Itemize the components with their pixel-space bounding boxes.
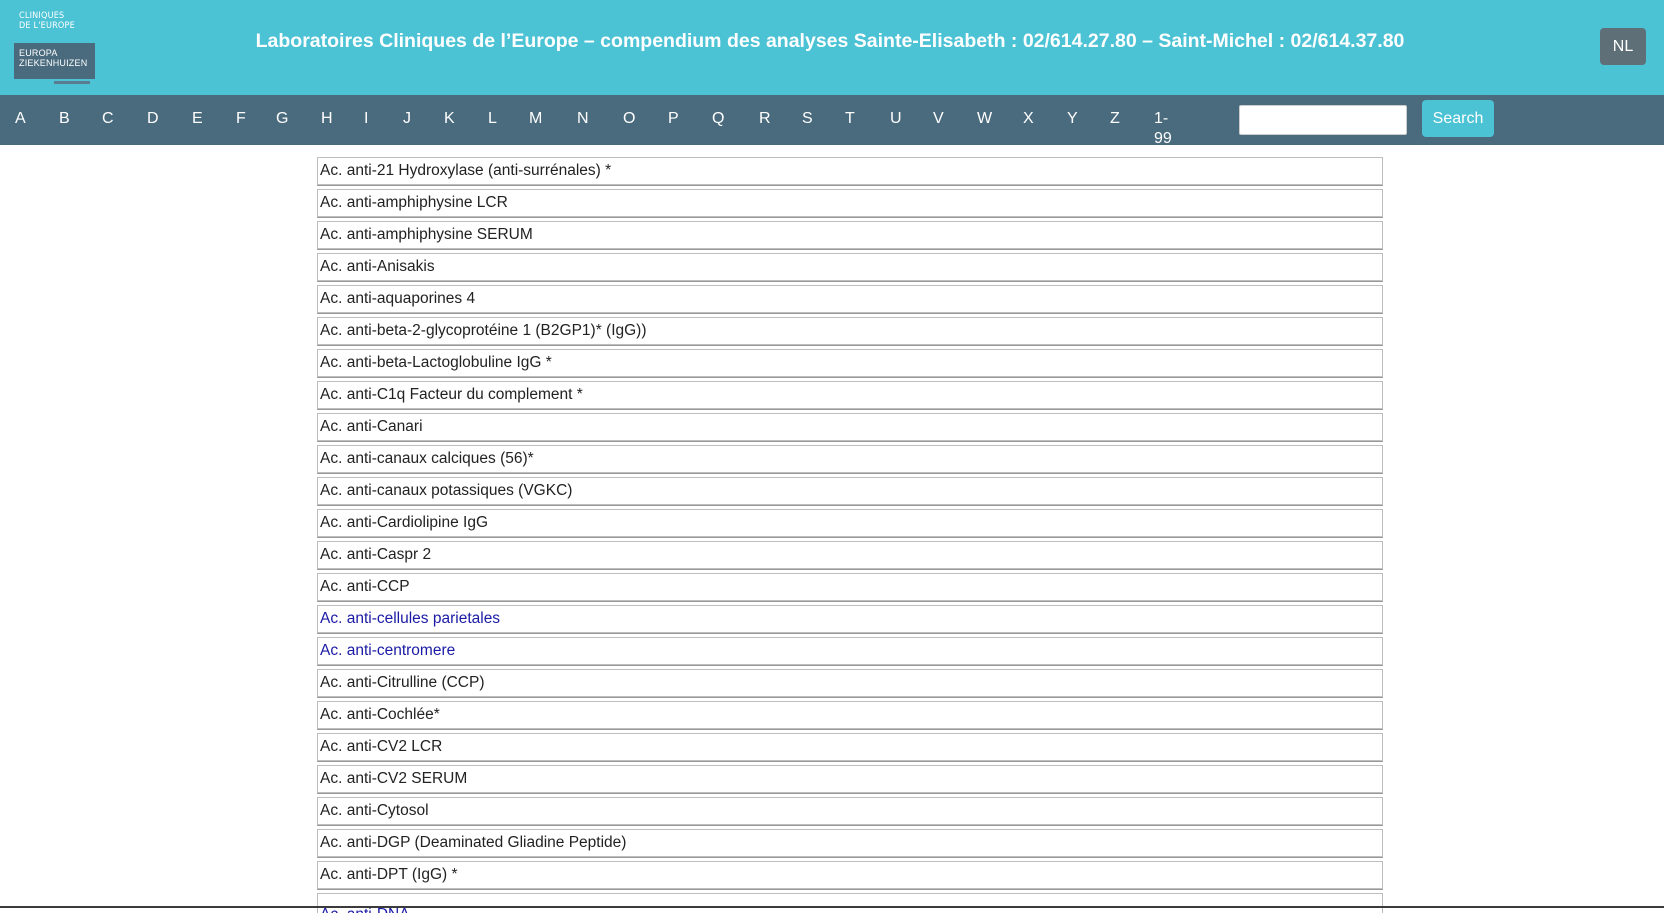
nav-letter-j[interactable]: J: [403, 109, 411, 129]
nav-letter-w[interactable]: W: [977, 109, 992, 129]
nav-letter-x[interactable]: X: [1023, 109, 1034, 129]
nav-letter-v[interactable]: V: [933, 109, 944, 129]
list-item[interactable]: Ac. anti-DPT (IgG) *: [317, 861, 1383, 889]
language-toggle-button[interactable]: NL: [1600, 28, 1646, 65]
nav-letter-n[interactable]: N: [577, 109, 589, 129]
list-item[interactable]: Ac. anti-beta-Lactoglobuline IgG *: [317, 349, 1383, 377]
nav-letter-s[interactable]: S: [802, 109, 813, 129]
clinic-logo[interactable]: CLINIQUES DE L'EUROPE EUROPA ZIEKENHUIZE…: [14, 7, 95, 87]
list-item[interactable]: Ac. anti-Cochlée*: [317, 701, 1383, 729]
list-item[interactable]: Ac. anti-canaux calciques (56)*: [317, 445, 1383, 473]
nav-letter-h[interactable]: H: [321, 109, 333, 129]
list-item[interactable]: Ac. anti-Cardiolipine IgG: [317, 509, 1383, 537]
logo-line-4: ZIEKENHUIZEN: [19, 58, 88, 68]
list-item[interactable]: Ac. anti-CV2 SERUM: [317, 765, 1383, 793]
logo-text-bottom: EUROPA ZIEKENHUIZEN: [14, 43, 95, 79]
logo-text-top: CLINIQUES DE L'EUROPE: [14, 7, 95, 43]
nav-letter-f[interactable]: F: [236, 109, 246, 129]
search-button[interactable]: Search: [1422, 100, 1494, 137]
nav-letter-1-99[interactable]: 1-99: [1154, 109, 1172, 149]
list-item[interactable]: Ac. anti-centromere: [317, 637, 1383, 665]
nav-letter-k[interactable]: K: [444, 109, 455, 129]
list-item[interactable]: Ac. anti-amphiphysine LCR: [317, 189, 1383, 217]
nav-letter-t[interactable]: T: [845, 109, 855, 129]
list-item[interactable]: Ac. anti-aquaporines 4: [317, 285, 1383, 313]
nav-letter-b[interactable]: B: [59, 109, 70, 129]
alphabet-nav: A B C D E F G H I J K L M N O P Q R S T U V W X Y Z 1-99 Search: [0, 95, 1664, 147]
nav-letter-l[interactable]: L: [488, 109, 497, 129]
nav-letter-u[interactable]: U: [890, 109, 902, 129]
logo-line-3: EUROPA: [19, 48, 58, 58]
nav-letter-a[interactable]: A: [15, 109, 26, 129]
logo-line-1: CLINIQUES: [19, 11, 65, 21]
list-item[interactable]: Ac. anti-Citrulline (CCP): [317, 669, 1383, 697]
nav-letter-r[interactable]: R: [759, 109, 771, 129]
list-item[interactable]: Ac. anti-CV2 LCR: [317, 733, 1383, 761]
nav-letter-g[interactable]: G: [276, 109, 288, 129]
nav-letter-i[interactable]: I: [364, 109, 368, 129]
logo-tagline-mark: [54, 81, 90, 84]
nav-letter-q[interactable]: Q: [712, 109, 724, 129]
list-item[interactable]: Ac. anti-Canari: [317, 413, 1383, 441]
nav-letter-e[interactable]: E: [192, 109, 203, 129]
list-item[interactable]: Ac. anti-C1q Facteur du complement *: [317, 381, 1383, 409]
list-item[interactable]: Ac. anti-DGP (Deaminated Gliadine Peptid…: [317, 829, 1383, 857]
list-item[interactable]: Ac. anti-amphiphysine SERUM: [317, 221, 1383, 249]
nav-letter-p[interactable]: P: [668, 109, 679, 129]
list-item[interactable]: Ac. anti-CCP: [317, 573, 1383, 601]
nav-letter-d[interactable]: D: [147, 109, 159, 129]
analysis-list: Ac. anti-21 Hydroxylase (anti-surrénales…: [317, 157, 1383, 917]
list-item[interactable]: Ac. anti-beta-2-glycoprotéine 1 (B2GP1)*…: [317, 317, 1383, 345]
list-item[interactable]: Ac. anti-Cytosol: [317, 797, 1383, 825]
list-item[interactable]: Ac. anti-cellules parietales: [317, 605, 1383, 633]
list-item[interactable]: Ac. anti-21 Hydroxylase (anti-surrénales…: [317, 157, 1383, 185]
nav-letter-o[interactable]: O: [623, 109, 635, 129]
list-item[interactable]: Ac. anti-Caspr 2: [317, 541, 1383, 569]
nav-letter-y[interactable]: Y: [1067, 109, 1078, 129]
page-title: Laboratoires Cliniques de l’Europe – com…: [255, 30, 1405, 52]
nav-letter-m[interactable]: M: [529, 109, 542, 129]
logo-line-2: DE L'EUROPE: [19, 21, 75, 31]
list-item[interactable]: Ac. anti-DNA: [317, 893, 1383, 913]
list-item[interactable]: Ac. anti-canaux potassiques (VGKC): [317, 477, 1383, 505]
list-item[interactable]: Ac. anti-Anisakis: [317, 253, 1383, 281]
page-header: CLINIQUES DE L'EUROPE EUROPA ZIEKENHUIZE…: [0, 0, 1664, 95]
nav-letter-c[interactable]: C: [102, 109, 114, 129]
nav-letter-z[interactable]: Z: [1110, 109, 1120, 129]
search-input[interactable]: [1239, 105, 1407, 135]
